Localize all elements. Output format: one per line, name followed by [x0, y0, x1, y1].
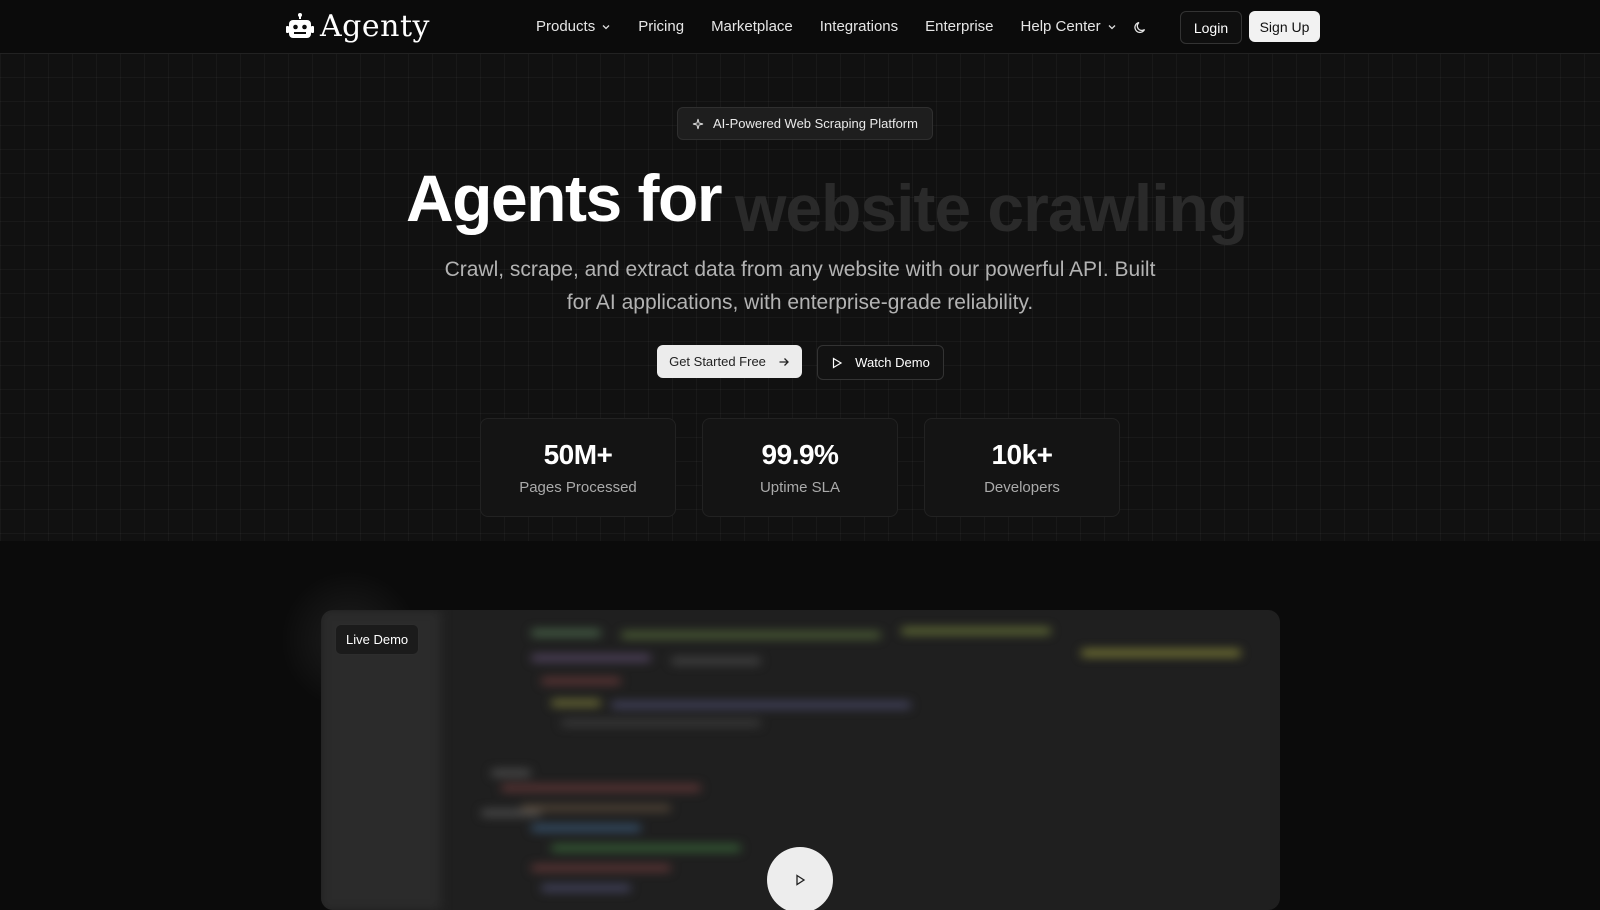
headline-main: Agents for: [406, 161, 723, 235]
stat-card-developers: 10k+ Developers: [924, 418, 1120, 517]
get-started-label: Get Started Free: [669, 354, 766, 369]
demo-video-player[interactable]: Live Demo: [321, 610, 1280, 910]
live-demo-badge: Live Demo: [335, 624, 420, 655]
hero-subtitle: Crawl, scrape, and extract data from any…: [444, 258, 1156, 314]
stat-card-uptime: 99.9% Uptime SLA: [702, 418, 898, 517]
nav-enterprise[interactable]: Enterprise: [925, 18, 993, 35]
nav-products[interactable]: Products: [536, 18, 611, 35]
nav-products-label: Products: [536, 18, 596, 35]
nav-marketplace-label: Marketplace: [711, 18, 793, 35]
nav-pricing[interactable]: Pricing: [638, 18, 684, 35]
stat-value: 50M+: [543, 439, 613, 470]
blurred-editor-sidebar: [321, 610, 441, 910]
play-icon: [796, 874, 806, 886]
code-line: [551, 845, 741, 851]
code-line: [561, 720, 761, 726]
code-line: [621, 632, 881, 638]
headline-rotating-text: website crawling: [735, 171, 1248, 245]
play-button[interactable]: [767, 847, 833, 910]
code-line: [901, 628, 1051, 634]
login-button[interactable]: Login: [1180, 11, 1242, 44]
signup-button[interactable]: Sign Up: [1249, 11, 1320, 42]
stat-label: Pages Processed: [519, 479, 637, 496]
code-line: [531, 630, 601, 636]
code-line: [501, 785, 701, 791]
code-line: [531, 865, 671, 871]
nav-links: Products Pricing Marketplace Integration…: [536, 0, 1117, 53]
stat-card-pages: 50M+ Pages Processed: [480, 418, 676, 517]
chevron-down-icon: [1108, 24, 1116, 29]
sparkle-icon: [692, 118, 704, 129]
chevron-down-icon: [602, 24, 610, 29]
moon-icon[interactable]: [1132, 18, 1150, 36]
watch-demo-label: Watch Demo: [855, 355, 930, 370]
get-started-button[interactable]: Get Started Free: [657, 345, 802, 378]
nav-help-center-label: Help Center: [1020, 18, 1101, 35]
nav-help-center[interactable]: Help Center: [1021, 18, 1117, 35]
play-icon: [833, 356, 843, 369]
stat-label: Developers: [984, 479, 1060, 496]
watch-demo-button[interactable]: Watch Demo: [817, 345, 944, 380]
code-line: [671, 658, 761, 664]
code-line: [531, 655, 651, 661]
stat-value: 10k+: [991, 439, 1053, 470]
code-line: [541, 885, 631, 891]
code-line: [521, 805, 671, 811]
code-line: [1081, 650, 1241, 656]
nav-integrations-label: Integrations: [819, 18, 899, 35]
brand-name: Agenty: [320, 9, 430, 44]
robot-icon: [286, 12, 314, 38]
nav-pricing-label: Pricing: [638, 18, 685, 35]
hero-headline: Agents for website crawling: [406, 160, 1248, 245]
code-line: [611, 702, 911, 708]
platform-badge-text: AI-Powered Web Scraping Platform: [713, 116, 918, 131]
top-navbar: Agenty Products Pricing Marketplace Inte…: [0, 0, 1600, 54]
nav-enterprise-label: Enterprise: [925, 18, 994, 35]
brand-logo[interactable]: Agenty: [286, 9, 430, 44]
stat-value: 99.9%: [761, 439, 839, 470]
code-line: [541, 678, 621, 684]
stat-label: Uptime SLA: [759, 479, 841, 496]
platform-badge: AI-Powered Web Scraping Platform: [677, 107, 933, 140]
code-line: [491, 770, 531, 776]
nav-marketplace[interactable]: Marketplace: [711, 18, 793, 35]
arrow-right-icon: [779, 357, 789, 366]
code-line: [531, 825, 641, 831]
nav-integrations[interactable]: Integrations: [820, 18, 898, 35]
code-line: [551, 700, 601, 706]
